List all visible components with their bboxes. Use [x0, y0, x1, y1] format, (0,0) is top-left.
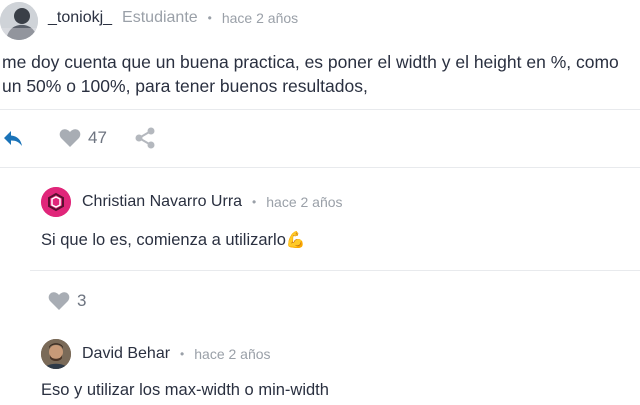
reply-header: Christian Navarro Urra • hace 2 años [82, 193, 343, 211]
author-name[interactable]: Christian Navarro Urra [82, 193, 242, 211]
like-count: 3 [77, 291, 87, 310]
avatar[interactable] [0, 2, 38, 40]
avatar[interactable] [41, 339, 71, 369]
user-photo-icon [41, 339, 71, 369]
reply-text: Si que lo es, comienza a utilizarlo💪 [41, 228, 621, 253]
logo-avatar-icon [41, 187, 71, 217]
heart-icon[interactable] [47, 289, 71, 313]
separator-dot: • [180, 347, 185, 361]
reply-text: Eso y utilizar los max-width o min-width [41, 381, 329, 399]
comment-actions: 47 [2, 126, 157, 150]
timestamp: hace 2 años [221, 10, 299, 26]
reply-header: David Behar • hace 2 años [82, 345, 271, 363]
comment-text: me doy cuenta que un buena practica, es … [2, 52, 619, 96]
separator-dot: • [207, 11, 212, 25]
divider [0, 167, 640, 168]
avatar[interactable] [41, 187, 71, 217]
author-name[interactable]: David Behar [82, 345, 170, 363]
reply-actions: 3 [47, 289, 86, 313]
like-count: 47 [88, 128, 107, 147]
share-icon[interactable] [133, 126, 157, 150]
reply-text-content: Si que lo es, comienza a utilizarlo [41, 231, 286, 249]
separator-dot: • [252, 195, 257, 209]
divider [30, 270, 640, 271]
comment-header: _toniokj_ Estudiante • hace 2 años [48, 9, 298, 27]
author-name[interactable]: _toniokj_ [48, 9, 112, 27]
timestamp: hace 2 años [266, 194, 343, 210]
flexed-biceps-emoji: 💪 [285, 232, 306, 249]
divider [0, 109, 640, 110]
reply-arrow-icon[interactable] [2, 126, 24, 150]
heart-icon[interactable] [58, 126, 82, 150]
user-photo-icon [0, 2, 38, 40]
author-role: Estudiante [122, 9, 198, 26]
timestamp: hace 2 años [194, 346, 271, 362]
